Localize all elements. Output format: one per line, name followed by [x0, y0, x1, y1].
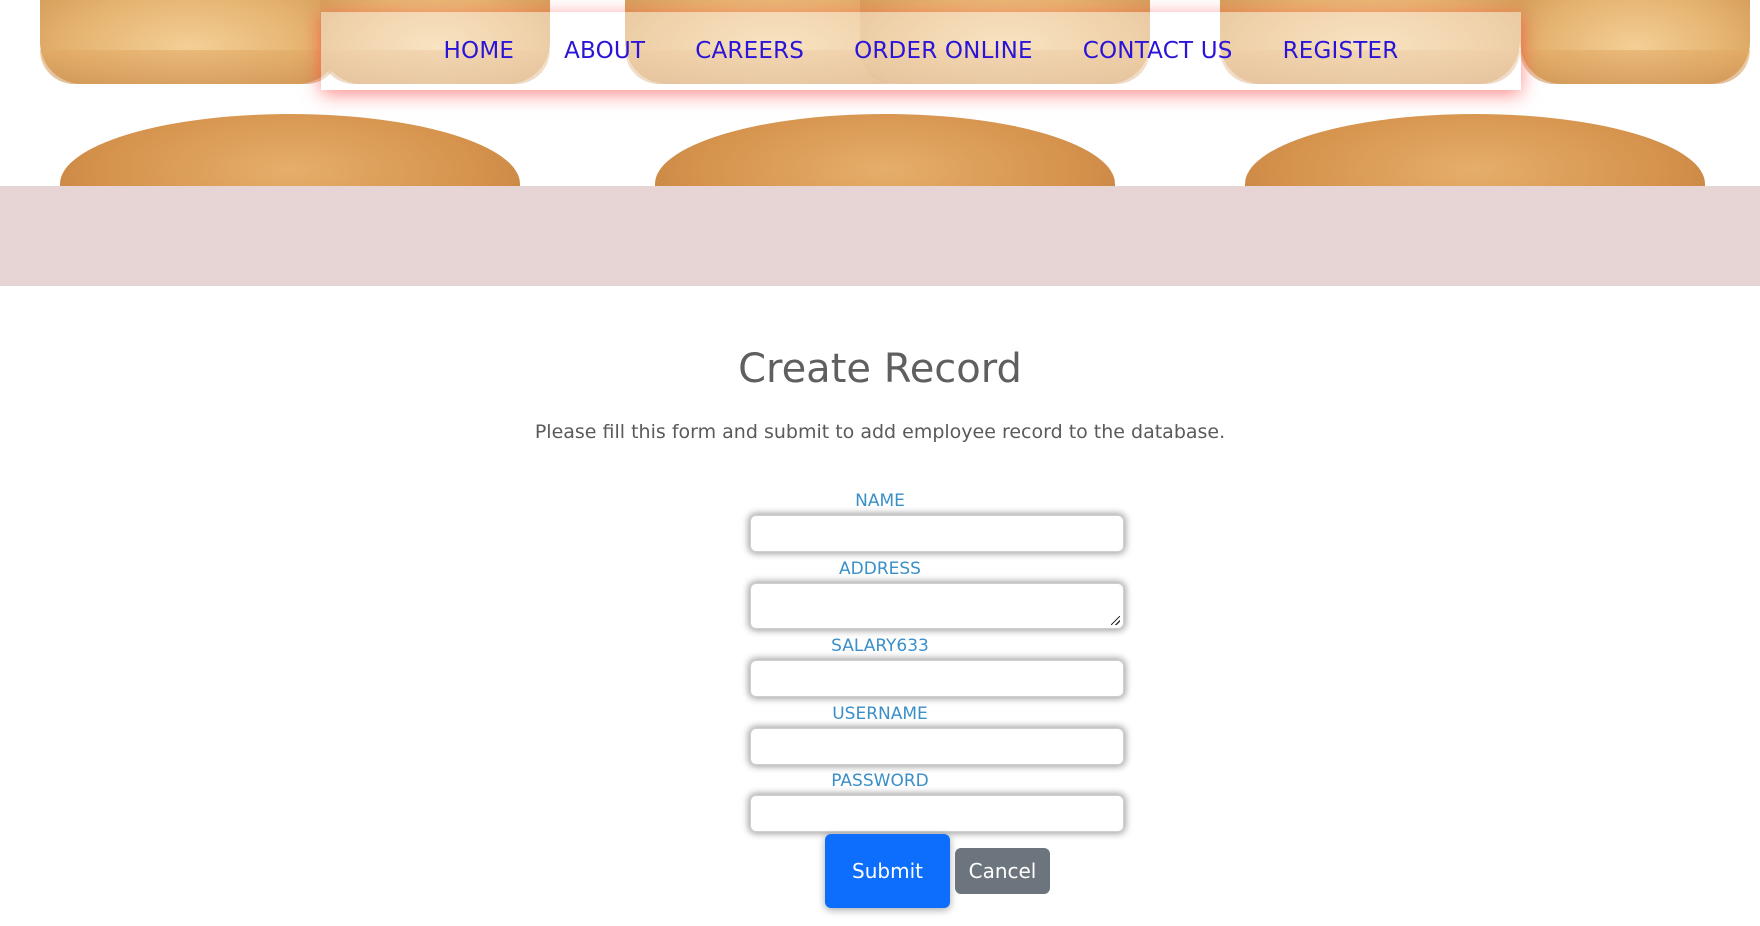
nav-careers-link[interactable]: CAREERS [695, 38, 804, 64]
name-input[interactable] [750, 515, 1124, 552]
bread-image [655, 114, 1115, 186]
header-band [0, 186, 1760, 286]
nav-about-link[interactable]: ABOUT [564, 38, 645, 64]
form-description: Please fill this form and submit to add … [534, 421, 1226, 443]
nav-home-link[interactable]: HOME [444, 38, 515, 64]
bread-image [1245, 114, 1705, 186]
bread-image [60, 114, 520, 186]
cancel-button[interactable]: Cancel [955, 848, 1050, 894]
name-label: NAME [855, 491, 905, 511]
salary-label: SALARY633 [831, 636, 929, 656]
nav-contact-us-link[interactable]: CONTACT US [1083, 38, 1233, 64]
submit-button[interactable]: Submit [825, 834, 950, 908]
address-label: ADDRESS [839, 559, 921, 579]
username-input[interactable] [750, 728, 1124, 765]
hero-banner: HOME ABOUT CAREERS ORDER ONLINE CONTACT … [0, 0, 1760, 186]
main-navigation: HOME ABOUT CAREERS ORDER ONLINE CONTACT … [321, 12, 1521, 90]
resize-handle-icon[interactable] [1111, 616, 1120, 625]
nav-order-online-link[interactable]: ORDER ONLINE [854, 38, 1033, 64]
bread-image [1520, 0, 1750, 84]
address-textarea[interactable] [750, 583, 1124, 629]
username-label: USERNAME [832, 704, 928, 724]
nav-register-link[interactable]: REGISTER [1283, 38, 1399, 64]
password-input[interactable] [750, 795, 1124, 832]
page-title: Create Record [738, 346, 1022, 392]
password-label: PASSWORD [831, 771, 929, 791]
salary-input[interactable] [750, 660, 1124, 697]
bread-image [40, 0, 340, 84]
